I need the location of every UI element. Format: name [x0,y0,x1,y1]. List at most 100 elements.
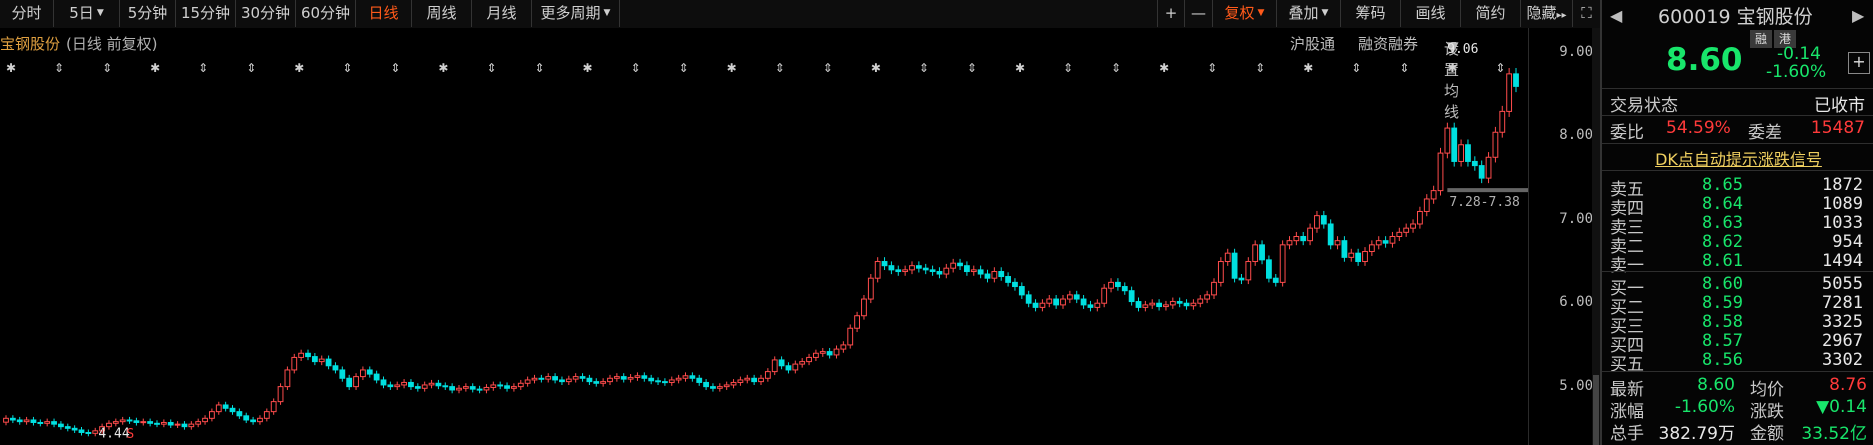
event-marker-icon[interactable]: ✱ [583,61,593,75]
candle-body [85,431,92,434]
event-marker-icon[interactable]: ✱ [294,61,304,75]
event-marker-icon[interactable]: ✱ [727,61,737,75]
period-tab-monthly[interactable]: 月线 [472,0,532,27]
candle-body [462,386,469,389]
ask-row[interactable]: 卖四 8.64 1089 [1602,194,1873,219]
event-marker-icon[interactable]: ⇕ [679,61,689,75]
bid-row[interactable]: 买五 8.56 3302 [1602,350,1873,375]
bid-row[interactable]: 买四 8.57 2967 [1602,331,1873,356]
ask-row[interactable]: 卖三 8.63 1033 [1602,213,1873,238]
dk-signal-link[interactable]: DK点自动提示涨跌信号 [1602,146,1873,170]
candlestick [991,267,998,283]
period-tab-5day[interactable]: 5日 ▼ [54,0,120,27]
prev-stock-arrow-icon[interactable]: ◀ [1610,6,1622,25]
event-marker-icon[interactable]: ⇕ [1495,61,1505,75]
event-marker-icon[interactable]: ✱ [150,61,160,75]
event-marker-icon[interactable]: ⇕ [775,61,785,75]
event-marker-icon[interactable]: ⇕ [1399,61,1409,75]
event-marker-icon[interactable]: ⇕ [342,61,352,75]
event-marker-icon[interactable]: ⇕ [1255,61,1265,75]
ask-row[interactable]: 卖一 8.61 1494 [1602,251,1873,276]
candle-body [1430,190,1437,200]
event-marker-icon[interactable]: ⇕ [1207,61,1217,75]
period-tab-5min[interactable]: 5分钟 [120,0,176,27]
bid-row[interactable]: 买一 8.60 5055 [1602,274,1873,299]
event-marker-icon[interactable]: ⇕ [535,61,545,75]
event-marker-icon[interactable]: ⇕ [1351,61,1361,75]
overlay-dropdown[interactable]: 叠加 ▼ [1277,0,1341,27]
ask-row[interactable]: 卖五 8.65 1872 [1602,175,1873,200]
event-marker-icon[interactable]: ⇕ [1063,61,1073,75]
candle-body [833,348,840,356]
period-tab-fenshi[interactable]: 分时 [0,0,54,27]
event-marker-icon[interactable]: ✱ [1015,61,1025,75]
event-marker-icon[interactable]: ⇕ [823,61,833,75]
fullscreen-button[interactable]: ⛶ [1573,0,1600,27]
fuquan-dropdown[interactable]: 复权 ▼ [1213,0,1277,27]
simple-mode-button[interactable]: 简约 [1461,0,1521,27]
event-marker-icon[interactable]: ⇕ [967,61,977,75]
event-marker-icon[interactable]: ⇕ [54,61,64,75]
draw-line-button[interactable]: 画线 [1401,0,1461,27]
candlestick [716,383,723,392]
candlestick [160,419,167,428]
period-tab-15min[interactable]: 15分钟 [176,0,236,27]
next-stock-arrow-icon[interactable]: ▶ [1852,6,1864,25]
candlestick [1197,295,1204,308]
period-tab-30min[interactable]: 30分钟 [236,0,296,27]
event-marker-icon[interactable]: ✱ [1159,61,1169,75]
candle-body [1231,252,1238,279]
candle-body [408,381,414,388]
add-watchlist-button[interactable]: + [1848,52,1870,74]
event-marker-icon[interactable]: ✱ [438,61,448,75]
candlestick [758,374,764,385]
candle-body [298,352,305,358]
candle-body [1183,302,1190,307]
event-marker-icon[interactable]: ⇕ [246,61,256,75]
event-marker-icon[interactable]: ✱ [871,61,881,75]
candle-body [1259,244,1265,261]
candle-body [627,376,634,380]
divider [1602,271,1873,272]
kline-chart-area[interactable]: 宝钢股份 (日线 前复权) 沪股通 融资融券 设置均线 ▼ ✱ ⇕ ⇕ ✱ ⇕ ⇕ ✱ ⇕ ⇕ ✱ ⇕ ⇕… [0,28,1600,445]
candle-body [1080,298,1087,306]
candlestick [1410,219,1416,233]
candle-body [600,381,607,384]
candle-body [1320,215,1327,225]
zoom-out-button[interactable]: — [1185,0,1213,27]
stat-label: 金额 [1750,424,1784,444]
period-tab-60min[interactable]: 60分钟 [296,0,356,27]
candlestick [305,349,311,361]
event-marker-icon[interactable]: ✱ [6,61,16,75]
candlestick [92,427,99,437]
bid-row[interactable]: 买二 8.59 7281 [1602,293,1873,318]
stat-value: -1.60% [1674,397,1735,417]
candlestick [154,420,160,428]
event-marker-icon[interactable]: ⇕ [390,61,400,75]
event-marker-icon[interactable]: ⇕ [1111,61,1121,75]
candlestick [957,258,963,270]
event-marker-icon[interactable]: ⇕ [198,61,208,75]
candlestick [1176,297,1183,308]
candlestick [744,374,751,384]
candlestick [655,377,661,385]
candle-body [394,384,401,388]
period-tab-daily[interactable]: 日线 [356,0,412,27]
event-marker-icon[interactable]: ✱ [1303,61,1313,75]
hide-panel-button[interactable]: 隐藏▸▸ [1521,0,1573,27]
event-marker-icon[interactable]: ⇕ [919,61,929,75]
chips-button[interactable]: 筹码 [1341,0,1401,27]
event-marker-icon[interactable]: ⇕ [631,61,641,75]
event-marker-icon[interactable]: ✱ [1447,61,1457,75]
bid-row[interactable]: 买三 8.58 3325 [1602,312,1873,337]
zoom-in-button[interactable]: + [1157,0,1185,27]
candle-body [771,359,778,373]
period-tab-weekly[interactable]: 周线 [412,0,472,27]
candle-body [1478,165,1485,179]
scrollbar-thumb[interactable] [1593,375,1599,445]
event-marker-icon[interactable]: ⇕ [486,61,496,75]
event-marker-icon[interactable]: ⇕ [102,61,112,75]
more-periods-dropdown[interactable]: 更多周期 ▼ [532,0,620,27]
ask-row[interactable]: 卖二 8.62 954 [1602,232,1873,257]
candlestick [531,374,538,384]
